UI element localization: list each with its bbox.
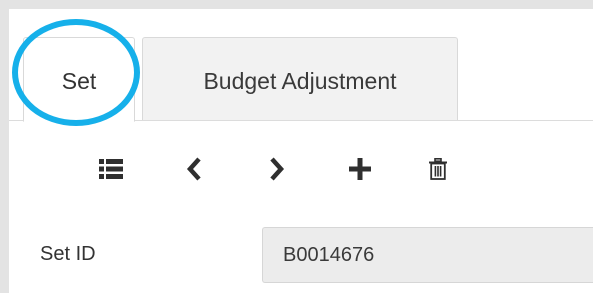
tab-bar: Set Budget Adjustment xyxy=(9,9,593,122)
set-panel: Set Budget Adjustment Set ID B0014676 xyxy=(9,9,593,293)
next-record-button[interactable] xyxy=(257,149,297,189)
list-view-button[interactable] xyxy=(91,149,131,189)
record-toolbar xyxy=(9,121,593,217)
delete-record-button[interactable] xyxy=(418,149,458,189)
add-record-button[interactable] xyxy=(340,149,380,189)
tab-set-label: Set xyxy=(61,68,97,94)
trash-icon xyxy=(429,158,447,180)
window-top-border xyxy=(0,0,593,9)
tab-budget-adjustment-label: Budget Adjustment xyxy=(203,68,397,94)
set-id-input[interactable] xyxy=(262,227,593,283)
chevron-left-icon xyxy=(186,157,201,181)
plus-icon xyxy=(349,158,371,180)
tab-set[interactable]: Set xyxy=(23,37,135,122)
list-icon xyxy=(99,159,123,179)
previous-record-button[interactable] xyxy=(174,149,214,189)
window-left-border xyxy=(0,9,9,293)
set-id-label: Set ID xyxy=(40,243,96,265)
tab-budget-adjustment[interactable]: Budget Adjustment xyxy=(142,37,458,121)
chevron-right-icon xyxy=(270,157,285,181)
set-id-row: Set ID xyxy=(9,221,593,283)
